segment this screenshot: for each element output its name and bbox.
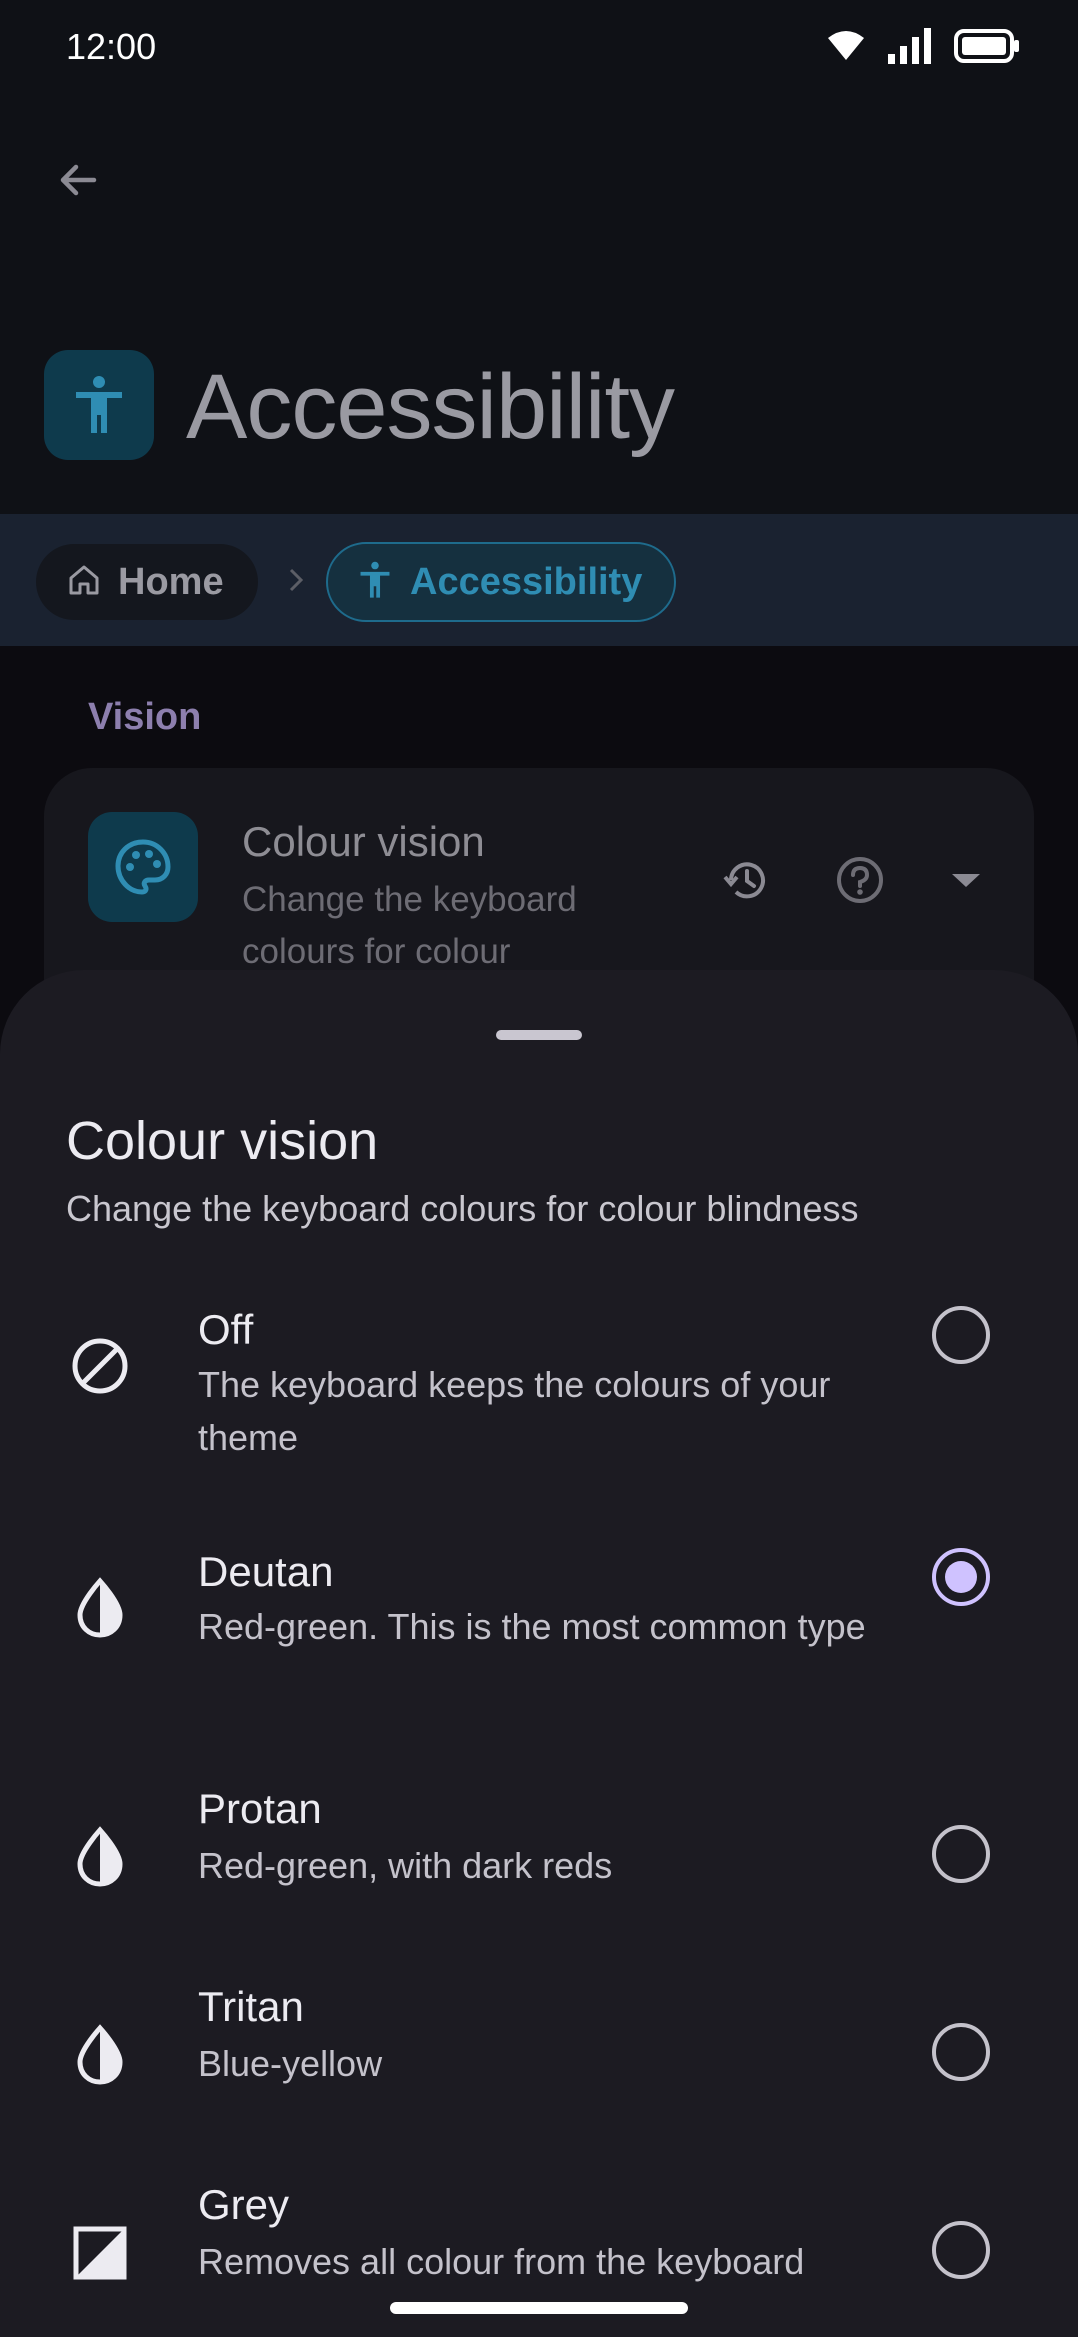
chevron-right-icon: [284, 564, 308, 601]
radio-grey[interactable]: [932, 2221, 990, 2279]
option-description: Red-green. This is the most common type: [198, 1606, 866, 1647]
option-label: Off: [198, 1306, 254, 1353]
option-description: The keyboard keeps the colours of your t…: [198, 1364, 831, 1458]
contrast-drop-icon: [64, 1572, 136, 1644]
home-icon: [66, 562, 102, 603]
accessibility-icon: [358, 560, 392, 605]
option-grey[interactable]: Grey Removes all colour from the keyboar…: [0, 2181, 1078, 2321]
help-button[interactable]: [830, 852, 890, 912]
breadcrumb: Home Accessibility: [0, 514, 1078, 646]
palette-icon: [88, 812, 198, 922]
history-icon: [721, 855, 771, 910]
option-tritan[interactable]: Tritan Blue-yellow: [0, 1983, 1078, 2123]
block-icon: [64, 1330, 136, 1402]
option-description: Blue-yellow: [198, 2043, 383, 2084]
radio-deutan[interactable]: [932, 1548, 990, 1606]
arrow-back-icon: [54, 156, 102, 209]
reset-history-button[interactable]: [716, 852, 776, 912]
breadcrumb-current[interactable]: Accessibility: [326, 542, 677, 622]
option-deutan[interactable]: Deutan Red-green. This is the most commo…: [0, 1532, 1078, 1722]
grayscale-icon: [64, 2217, 136, 2289]
sheet-title: Colour vision: [66, 1111, 379, 1171]
option-description: Red-green, with dark reds: [198, 1845, 613, 1886]
status-time: 12:00: [66, 26, 157, 67]
option-label: Deutan: [198, 1548, 334, 1595]
dropdown-arrow-icon: [949, 870, 983, 895]
option-label: Tritan: [198, 1983, 304, 2030]
drag-handle[interactable]: [496, 1030, 582, 1040]
colour-vision-bottom-sheet: Colour vision Change the keyboard colour…: [0, 970, 1078, 2337]
battery-icon: [954, 29, 1020, 68]
page-title: Accessibility: [186, 356, 675, 458]
contrast-drop-icon: [64, 2019, 136, 2091]
radio-tritan[interactable]: [932, 2023, 990, 2081]
breadcrumb-current-label: Accessibility: [410, 560, 643, 603]
radio-off[interactable]: [932, 1306, 990, 1364]
home-indicator[interactable]: [390, 2302, 688, 2314]
help-circle-icon: [835, 855, 885, 910]
status-icons: [826, 28, 1020, 69]
radio-protan[interactable]: [932, 1825, 990, 1883]
accessibility-title-icon: [44, 350, 154, 460]
expand-button[interactable]: [936, 852, 996, 912]
breadcrumb-home-label: Home: [118, 560, 224, 603]
wifi-icon: [826, 30, 866, 67]
back-button[interactable]: [44, 148, 112, 216]
option-protan[interactable]: Protan Red-green, with dark reds: [0, 1785, 1078, 1925]
setting-title: Colour vision: [242, 818, 485, 865]
option-label: Grey: [198, 2181, 290, 2228]
breadcrumb-home[interactable]: Home: [36, 544, 258, 620]
signal-icon: [888, 28, 932, 69]
contrast-drop-icon: [64, 1821, 136, 1893]
option-off[interactable]: Off The keyboard keeps the colours of yo…: [0, 1290, 1078, 1480]
sheet-subtitle: Change the keyboard colours for colour b…: [66, 1188, 859, 1229]
option-description: Removes all colour from the keyboard: [198, 2241, 805, 2282]
option-label: Protan: [198, 1785, 322, 1832]
section-header-vision: Vision: [88, 696, 202, 738]
status-bar: 12:00: [0, 0, 1078, 96]
setting-description: Change the keyboard colours for colour: [242, 880, 577, 971]
